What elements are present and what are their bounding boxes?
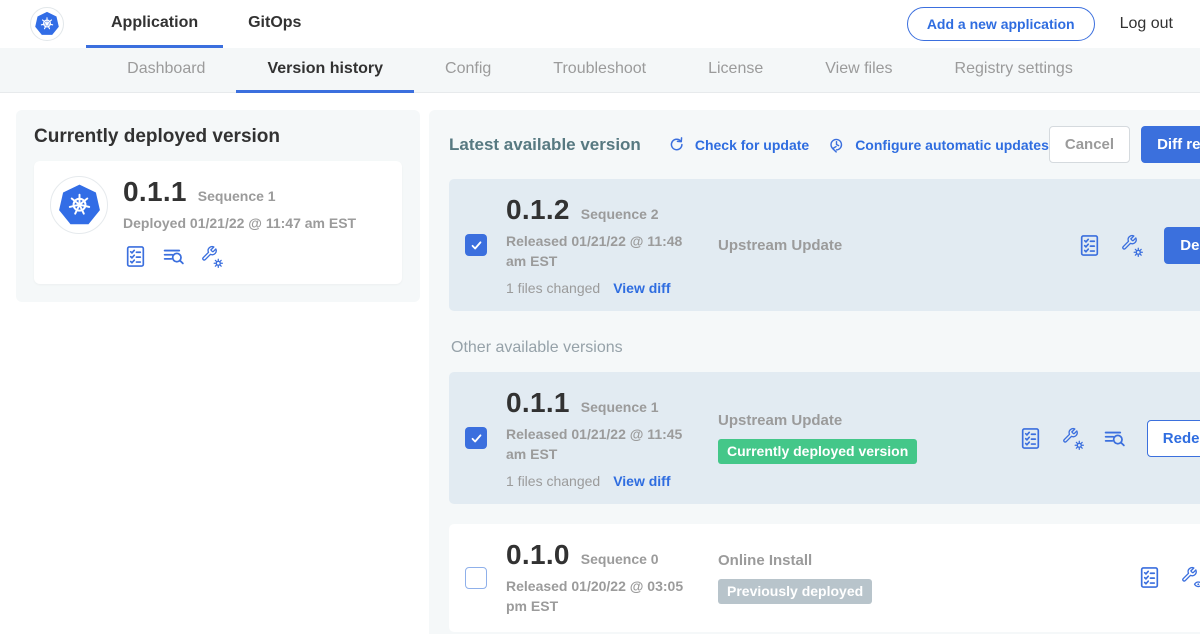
- version-info: 0.1.0 Sequence 0 Released 01/20/22 @ 03:…: [506, 539, 718, 616]
- edit-config-icon[interactable]: [1119, 233, 1144, 258]
- tab-gitops-label: GitOps: [248, 14, 301, 32]
- currently-deployed-card: Currently deployed version 0.1.1 Sequenc…: [16, 110, 420, 302]
- logout-link[interactable]: Log out: [1120, 15, 1173, 33]
- version-actions: Redeploy: [1018, 420, 1200, 457]
- deployed-card-title: Currently deployed version: [34, 126, 402, 148]
- configure-auto-updates-link[interactable]: Configure automatic updates: [824, 132, 1049, 157]
- view-config-icon[interactable]: [1179, 565, 1200, 590]
- cancel-button[interactable]: Cancel: [1049, 126, 1130, 163]
- view-diff-link[interactable]: View diff: [613, 473, 670, 489]
- version-info: 0.1.2 Sequence 2 Released 01/21/22 @ 11:…: [506, 194, 718, 296]
- subnav-tab-view-files[interactable]: View files: [794, 48, 923, 93]
- version-released-timestamp: Released 01/21/22 @ 11:45 am EST: [506, 425, 702, 464]
- files-changed-label: 1 files changed: [506, 280, 600, 296]
- version-list: 0.1.2 Sequence 2 Released 01/21/22 @ 11:…: [449, 179, 1200, 632]
- top-nav: Application GitOps Add a new application…: [0, 0, 1200, 48]
- version-status-badge: Previously deployed: [718, 579, 872, 604]
- deploy-logs-icon[interactable]: [1102, 426, 1127, 451]
- version-source-label: Upstream Update: [718, 412, 1008, 429]
- preflight-checks-icon[interactable]: [123, 244, 148, 269]
- version-actions: Deploy: [1077, 227, 1200, 264]
- version-number: 0.1.0: [506, 539, 570, 571]
- preflight-checks-icon[interactable]: [1077, 233, 1102, 258]
- edit-config-icon[interactable]: [199, 244, 224, 269]
- version-source-label: Online Install: [718, 552, 1127, 569]
- version-status-badge: Currently deployed version: [718, 439, 917, 464]
- version-released-timestamp: Released 01/20/22 @ 03:05 pm EST: [506, 577, 702, 616]
- version-row: 0.1.2 Sequence 2 Released 01/21/22 @ 11:…: [449, 179, 1200, 311]
- version-action-button[interactable]: Deploy: [1164, 227, 1200, 264]
- version-source-label: Upstream Update: [718, 237, 1067, 254]
- version-sequence: Sequence 2: [581, 206, 659, 222]
- latest-available-title: Latest available version: [449, 135, 641, 155]
- add-application-button[interactable]: Add a new application: [907, 7, 1095, 41]
- schedule-refresh-icon: [824, 132, 849, 157]
- subnav-tab-dashboard[interactable]: Dashboard: [96, 48, 236, 93]
- files-changed-label: 1 files changed: [506, 473, 600, 489]
- version-source: Upstream Update Currently deployed versi…: [718, 412, 1018, 464]
- deploy-logs-icon[interactable]: [161, 244, 186, 269]
- files-changed-row: 1 files changed View diff: [506, 473, 718, 489]
- version-number: 0.1.1: [506, 387, 570, 419]
- subnav-tab-license[interactable]: License: [677, 48, 794, 93]
- version-sequence: Sequence 0: [581, 551, 659, 567]
- check-for-update-link[interactable]: Check for update: [664, 132, 809, 157]
- deployed-version-sequence: Sequence 1: [198, 188, 276, 204]
- preflight-checks-icon[interactable]: [1137, 565, 1162, 590]
- version-checkbox[interactable]: [465, 427, 487, 449]
- sub-nav: DashboardVersion historyConfigTroublesho…: [0, 48, 1200, 93]
- deployed-action-icons: [123, 244, 356, 269]
- refresh-icon: [664, 132, 689, 157]
- tab-application-label: Application: [111, 14, 198, 32]
- version-released-timestamp: Released 01/21/22 @ 11:48 am EST: [506, 232, 702, 271]
- panel-header: Latest available version Check for updat…: [449, 126, 1200, 163]
- kubernetes-logo-icon[interactable]: [30, 7, 64, 41]
- version-sequence: Sequence 1: [581, 399, 659, 415]
- deployed-version-card: 0.1.1 Sequence 1 Deployed 01/21/22 @ 11:…: [34, 161, 402, 284]
- subnav-tab-version-history[interactable]: Version history: [236, 48, 414, 93]
- edit-config-icon[interactable]: [1060, 426, 1085, 451]
- view-diff-link[interactable]: View diff: [613, 280, 670, 296]
- other-versions-title: Other available versions: [451, 339, 1200, 357]
- version-checkbox[interactable]: [465, 567, 487, 589]
- version-info: 0.1.1 Sequence 1 Released 01/21/22 @ 11:…: [506, 387, 718, 489]
- available-versions-panel: Latest available version Check for updat…: [429, 110, 1200, 634]
- subnav-tab-config[interactable]: Config: [414, 48, 522, 93]
- version-number: 0.1.2: [506, 194, 570, 226]
- files-changed-row: 1 files changed View diff: [506, 280, 718, 296]
- subnav-tab-troubleshoot[interactable]: Troubleshoot: [522, 48, 677, 93]
- tab-application[interactable]: Application: [86, 0, 223, 48]
- deployed-version-number: 0.1.1: [123, 176, 187, 208]
- version-actions: [1137, 565, 1200, 590]
- version-row: 0.1.1 Sequence 1 Released 01/21/22 @ 11:…: [449, 372, 1200, 504]
- version-checkbox[interactable]: [465, 234, 487, 256]
- version-source: Upstream Update: [718, 237, 1077, 254]
- deployed-timestamp: Deployed 01/21/22 @ 11:47 am EST: [123, 215, 356, 231]
- diff-releases-button[interactable]: Diff releases: [1141, 126, 1200, 163]
- version-row: 0.1.0 Sequence 0 Released 01/20/22 @ 03:…: [449, 524, 1200, 631]
- subnav-tab-registry-settings[interactable]: Registry settings: [924, 48, 1104, 93]
- version-action-button[interactable]: Redeploy: [1147, 420, 1200, 457]
- tab-gitops[interactable]: GitOps: [223, 0, 326, 48]
- version-source: Online Install Previously deployed: [718, 552, 1137, 604]
- preflight-checks-icon[interactable]: [1018, 426, 1043, 451]
- main-content: Currently deployed version 0.1.1 Sequenc…: [0, 93, 1200, 634]
- app-kubernetes-logo-icon: [50, 176, 108, 234]
